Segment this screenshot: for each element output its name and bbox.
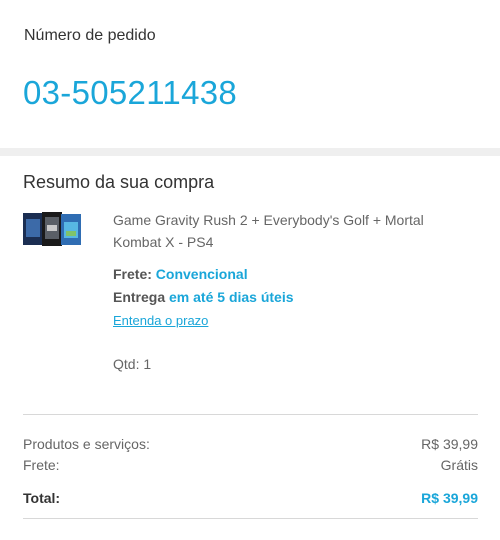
products-services-row: Produtos e serviços: R$ 39,99 <box>23 436 478 452</box>
total-row: Total: R$ 39,99 <box>23 490 478 506</box>
total-value: R$ 39,99 <box>421 490 478 506</box>
products-services-label: Produtos e serviços: <box>23 436 150 452</box>
products-services-value: R$ 39,99 <box>421 436 478 452</box>
freight-total-value: Grátis <box>440 457 478 473</box>
delivery-label: Entrega <box>113 289 166 305</box>
quantity: Qtd: 1 <box>113 356 152 372</box>
freight-total-label: Frete: <box>23 457 60 473</box>
order-section: Número de pedido 03-505211438 <box>0 0 500 148</box>
product-thumbnail <box>23 212 81 246</box>
summary-title: Resumo da sua compra <box>23 172 215 192</box>
understand-deadline-link[interactable]: Entenda o prazo <box>113 313 208 328</box>
product-name: Game Gravity Rush 2 + Everybody's Golf +… <box>113 212 424 250</box>
freight-info: Frete: Convencional <box>113 266 248 282</box>
freight-type: Convencional <box>155 266 248 282</box>
delivery-time: em até 5 dias úteis <box>169 289 294 305</box>
section-divider-band <box>0 148 500 156</box>
freight-label: Frete: <box>113 266 152 282</box>
total-label: Total: <box>23 490 61 506</box>
divider <box>23 518 478 519</box>
divider <box>23 414 478 415</box>
order-number-label: Número de pedido <box>24 27 156 44</box>
delivery-info: Entrega em até 5 dias úteis <box>113 289 294 305</box>
purchase-summary: Resumo da sua compra Game Gravity Rush 2… <box>0 156 500 540</box>
freight-row: Frete: Grátis <box>23 457 478 473</box>
order-number: 03-505211438 <box>23 74 238 111</box>
